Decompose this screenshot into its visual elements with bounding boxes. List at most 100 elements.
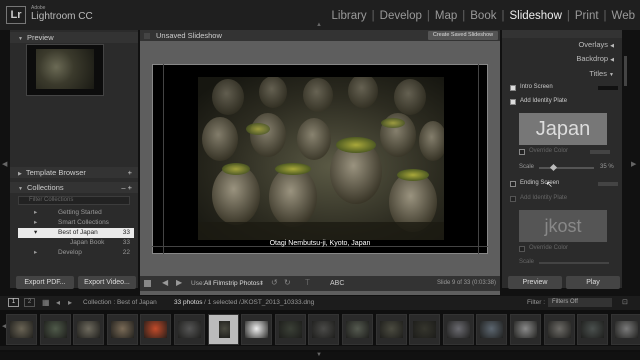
thumbnail-image (446, 321, 470, 338)
unsaved-icon (144, 33, 150, 39)
filmstrip-thumbnail[interactable] (241, 314, 273, 345)
module-print[interactable]: Print (572, 10, 602, 22)
filmstrip-thumbnail[interactable] (409, 314, 441, 345)
monitor-1-button[interactable]: 1 (8, 298, 19, 307)
forward-icon[interactable]: ▸ (68, 298, 72, 307)
monitor-2-button[interactable]: 2 (24, 298, 35, 307)
filter-label: Filter : (527, 299, 546, 306)
filmstrip-thumbnail[interactable] (342, 314, 373, 345)
mouse-cursor-icon: ↖ (546, 180, 553, 189)
filter-dropdown[interactable]: Filters Off (548, 298, 612, 307)
backdrop-section-header[interactable]: Backdrop ◀ (576, 54, 614, 63)
filmstrip-thumbnail[interactable] (174, 314, 205, 345)
module-library[interactable]: Library (329, 10, 370, 22)
rotate-right-icon[interactable]: ↻ (284, 278, 291, 287)
use-dropdown[interactable]: All Filmstrip Photos (204, 280, 260, 287)
back-icon[interactable]: ◂ (56, 298, 60, 307)
scale-slider-track[interactable] (539, 167, 594, 169)
module-develop[interactable]: Develop (377, 10, 425, 22)
bottom-panel-toggle-icon[interactable]: ▼ (316, 352, 322, 358)
text-overlay-icon[interactable]: T (305, 278, 310, 287)
collection-smart-collections[interactable]: ▸ Smart Collections (18, 218, 134, 228)
add-identity-plate-label: Add Identity Plate (520, 98, 568, 104)
overlays-section-header[interactable]: Overlays ◀ (578, 40, 614, 49)
filmstrip-thumbnail[interactable] (476, 314, 508, 345)
expand-triangle-icon: ▸ (34, 209, 38, 216)
scale-slider-handle[interactable] (549, 163, 558, 172)
filmstrip-thumbnail[interactable] (375, 314, 407, 345)
titles-section-header[interactable]: Titles ▼ (589, 69, 614, 78)
add-identity-plate-2-checkbox[interactable] (510, 196, 516, 202)
filmstrip-thumbnail[interactable] (106, 314, 138, 345)
filmstrip-thumbnail[interactable] (140, 314, 172, 345)
expand-triangle-icon: ▶ (18, 171, 22, 177)
collections-minus-plus-icon: – + (121, 183, 132, 192)
right-panel-scrollbar[interactable] (624, 56, 627, 86)
stop-icon[interactable] (144, 280, 151, 287)
module-book[interactable]: Book (467, 10, 499, 22)
thumbnail-image (413, 321, 437, 338)
photo-count: 33 photos (174, 299, 203, 306)
previous-icon[interactable]: ◀ (162, 278, 168, 287)
collection-best-of-japan[interactable]: ▾ Best of Japan 33 (18, 228, 134, 238)
thumbnail-image (312, 321, 336, 338)
thumbnail-image (218, 321, 230, 338)
filmstrip-source[interactable]: Collection : Best of Japan (83, 299, 157, 306)
thumbnail-image (379, 321, 403, 338)
filmstrip-thumbnail[interactable] (543, 314, 575, 345)
filmstrip-thumbnail[interactable] (577, 314, 609, 345)
module-slideshow[interactable]: Slideshow (506, 10, 564, 22)
ending-screen-checkbox[interactable] (510, 181, 516, 187)
override-color-2-checkbox[interactable] (519, 246, 525, 252)
slide-caption[interactable]: Otagi Nembutsu-ji, Kyoto, Japan (152, 240, 488, 247)
grid-view-icon[interactable]: ▦ (42, 298, 50, 307)
intro-color-swatch[interactable] (598, 86, 618, 90)
filmstrip-thumbnail[interactable] (610, 314, 640, 345)
module-web[interactable]: Web (609, 10, 638, 22)
next-icon[interactable]: ▶ (176, 278, 182, 287)
add-text-abc-button[interactable]: ABC (330, 280, 344, 287)
intro-screen-checkbox[interactable] (510, 85, 516, 91)
collection-getting-started[interactable]: ▸ Getting Started (18, 208, 134, 218)
collections-filter-input[interactable]: Filter Collections (18, 196, 130, 205)
filmstrip-thumbnail[interactable] (73, 314, 105, 345)
create-saved-slideshow-button[interactable]: Create Saved Slideshow (428, 31, 498, 40)
navigator-preview-image (36, 49, 94, 89)
filmstrip-thumbnail[interactable] (442, 314, 474, 345)
use-dropdown-arrow-icon[interactable]: ⬍ (259, 280, 264, 287)
play-button[interactable]: Play (566, 276, 620, 289)
filmstrip-thumbnail[interactable] (39, 314, 71, 345)
override-color-checkbox[interactable] (519, 149, 525, 155)
filmstrip-thumbnail[interactable] (510, 314, 541, 345)
collection-japan-book[interactable]: Japan Book 33 (18, 238, 134, 248)
export-pdf-button[interactable]: Export PDF... (16, 276, 74, 289)
filmstrip-thumbnail[interactable] (308, 314, 340, 345)
add-identity-plate-checkbox[interactable] (510, 99, 516, 105)
right-panel-toggle-icon[interactable]: ▶ (631, 160, 636, 168)
filmstrip-scrollbar[interactable] (0, 346, 640, 350)
scale-2-slider-track[interactable] (539, 262, 609, 264)
module-map[interactable]: Map (432, 10, 460, 22)
export-video-button[interactable]: Export Video... (78, 276, 136, 289)
collapse-triangle-icon: ▾ (34, 229, 38, 236)
filmstrip-thumbnail[interactable] (6, 314, 37, 345)
filmstrip-thumbnail[interactable] (274, 314, 306, 345)
ending-color-swatch[interactable] (598, 182, 618, 186)
preview-header[interactable]: ▼ Preview (10, 32, 138, 43)
rotate-left-icon[interactable]: ↺ (271, 278, 278, 287)
filmstrip-toolbar: 1 2 ▦ ◂ ▸ Collection : Best of Japan 33 … (0, 296, 640, 310)
collections-header[interactable]: ▼ Collections – + (10, 182, 138, 193)
template-browser-header[interactable]: ▶ Template Browser + (10, 167, 138, 178)
collection-develop[interactable]: ▸ Develop 22 (18, 248, 134, 258)
identity-plate-jkost[interactable]: jkost (519, 210, 607, 242)
preview-button[interactable]: Preview (508, 276, 562, 289)
filmstrip-thumbnail[interactable] (207, 314, 239, 345)
thumbnail-image (10, 321, 33, 338)
filter-lock-icon[interactable]: ⊡ (622, 298, 628, 306)
top-panel-toggle-icon[interactable]: ▲ (316, 22, 322, 28)
left-panel-toggle-icon[interactable]: ◀ (2, 160, 7, 168)
guide-line-left (163, 64, 164, 254)
identity-plate-japan[interactable]: Japan (519, 113, 607, 145)
collapsed-section (502, 30, 622, 38)
override-color-swatch[interactable] (590, 150, 610, 154)
